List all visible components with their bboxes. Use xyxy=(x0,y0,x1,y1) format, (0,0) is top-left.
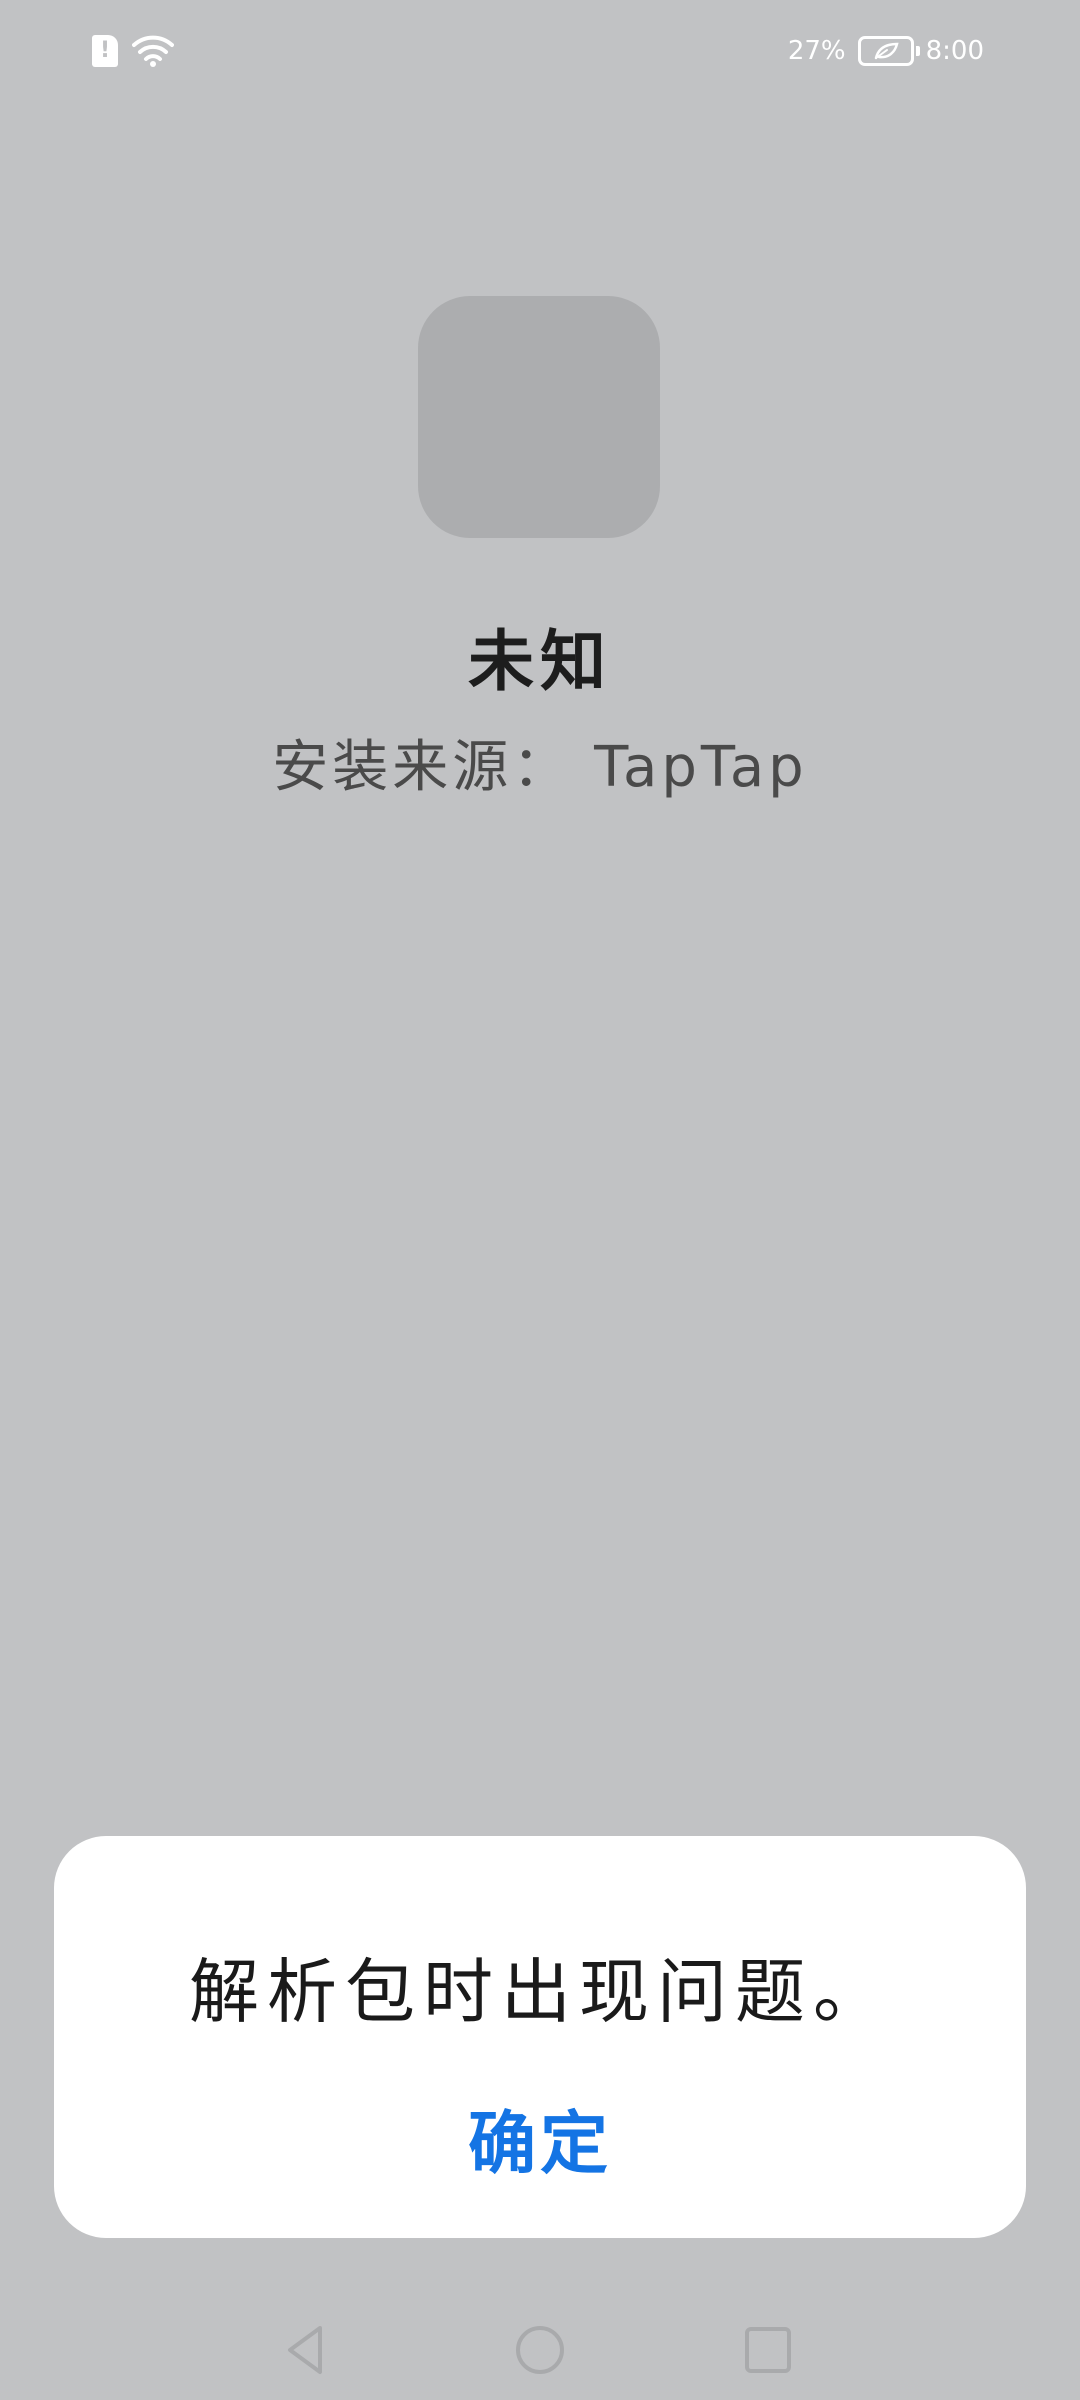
battery-icon xyxy=(857,36,920,66)
recent-apps-icon[interactable] xyxy=(738,2320,798,2380)
status-right-info: 27% 8:00 xyxy=(788,36,984,66)
app-name: 未知 xyxy=(468,623,612,700)
navigation-bar xyxy=(0,2300,1080,2400)
dialog-message: 解析包时出现问题。 xyxy=(189,1951,891,2033)
install-source: 安装来源： TapTap xyxy=(272,735,808,800)
app-placeholder-icon xyxy=(418,296,660,538)
home-icon[interactable] xyxy=(510,2320,570,2380)
wifi-icon xyxy=(132,34,174,68)
clock: 8:00 xyxy=(925,36,984,66)
confirm-button[interactable]: 确定 xyxy=(440,2100,640,2190)
error-dialog: 解析包时出现问题。 确定 xyxy=(54,1836,1026,2238)
status-left-icons xyxy=(92,34,174,68)
status-bar: 27% 8:00 xyxy=(0,0,1080,110)
leaf-icon xyxy=(874,42,899,60)
sim-alert-icon xyxy=(92,35,118,67)
battery-percent: 27% xyxy=(787,36,846,66)
back-icon[interactable] xyxy=(278,2320,338,2380)
